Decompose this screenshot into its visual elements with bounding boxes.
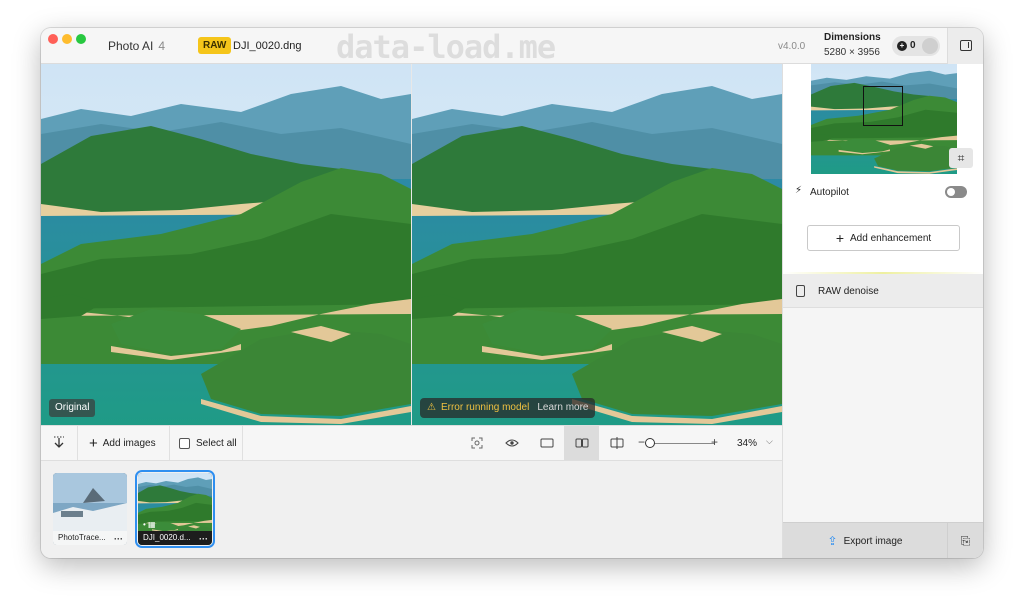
select-all-label: Select all	[196, 437, 237, 449]
enhancement-item-raw-denoise[interactable]: RAW denoise	[783, 274, 983, 308]
crop-icon: ⌗	[957, 151, 965, 165]
compare-divider[interactable]	[411, 64, 412, 425]
original-label: Original	[49, 399, 96, 417]
eye-icon	[504, 439, 519, 447]
toolbar-separator	[242, 426, 243, 460]
zoom-level: 34%	[737, 438, 758, 449]
share-button[interactable]: ⎘	[947, 523, 983, 558]
app-major-version: 4	[158, 39, 166, 53]
close-window-button[interactable]	[48, 34, 58, 44]
zoom-dropdown[interactable]: ⌵	[766, 436, 773, 447]
export-image-button[interactable]: ⇪ Export image	[783, 523, 947, 558]
zoom-slider-handle[interactable]	[644, 438, 655, 448]
plus-icon: +	[835, 230, 844, 246]
credits-count: 0	[910, 40, 916, 51]
select-all-checkbox[interactable]: Select all	[179, 426, 237, 460]
title-bar: Photo AI 4 RAW DJI_0020.dng data-load.me …	[41, 28, 983, 66]
filmstrip-item[interactable]: • ▦ DJI_0020.d... ···	[135, 470, 215, 548]
export-bar: ⇪ Export image ⎘	[783, 522, 983, 558]
export-icon: ⇪	[827, 534, 838, 548]
share-icon: ⎘	[960, 533, 971, 548]
panel-toggle-icon	[960, 40, 972, 51]
navigator-thumbnail[interactable]	[811, 64, 957, 174]
error-text: Error running model	[440, 402, 530, 413]
add-enhancement-button[interactable]: + Add enhancement	[807, 225, 960, 251]
checkbox-icon	[179, 437, 190, 449]
more-options-icon[interactable]: ···	[114, 533, 123, 545]
split-view-button[interactable]	[599, 426, 634, 460]
autopilot-label: Autopilot	[810, 187, 849, 198]
autopilot-section: ⚡ Autopilot + Add enhancement	[783, 174, 983, 274]
more-options-icon[interactable]: ···	[199, 533, 208, 545]
minimize-window-button[interactable]	[62, 34, 72, 44]
preview-toggle-button[interactable]	[494, 426, 529, 460]
single-view-button[interactable]	[529, 426, 564, 460]
original-image-canvas	[41, 64, 411, 425]
export-label: Export image	[843, 535, 903, 547]
credit-icon: +	[897, 41, 907, 51]
face-detect-icon	[471, 437, 482, 449]
watermark: data-load.me	[336, 28, 556, 66]
error-message: ⚠ Error running model Learn more	[420, 398, 596, 418]
navigator: ⌗	[783, 64, 983, 174]
maximize-window-button[interactable]	[76, 34, 86, 44]
panel-toggle-button[interactable]	[947, 28, 983, 64]
app-window: Photo AI 4 RAW DJI_0020.dng data-load.me …	[41, 28, 983, 558]
filmstrip-item[interactable]: PhotoTrace... ···	[53, 473, 127, 545]
processed-image-canvas	[412, 64, 782, 425]
split-view-icon	[610, 437, 623, 449]
add-enhancement-label: Add enhancement	[850, 232, 932, 244]
thumbnail-label: DJI_0020.d...	[143, 533, 191, 542]
file-name: DJI_0020.dng	[233, 40, 302, 52]
toolbar-separator	[77, 426, 78, 460]
download-button[interactable]	[53, 426, 65, 460]
raw-file-icon: • ▦	[143, 520, 156, 529]
zoom-out-button[interactable]: −	[638, 435, 645, 449]
processed-image[interactable]	[412, 64, 782, 425]
plus-icon: +	[89, 434, 98, 452]
bolt-icon: ⚡	[795, 185, 803, 196]
right-panel: ⌗ ⚡ Autopilot + Add enhancement RAW denoi…	[782, 64, 983, 558]
avatar	[922, 38, 938, 54]
add-images-button[interactable]: + Add images	[89, 426, 156, 460]
document-icon	[796, 285, 805, 297]
credits-account-button[interactable]: + 0	[892, 36, 940, 56]
face-detect-button[interactable]	[459, 426, 494, 460]
raw-badge: RAW	[198, 37, 232, 54]
app-name-label: Photo AI	[108, 39, 154, 53]
crop-button[interactable]: ⌗	[949, 148, 973, 168]
navigator-viewport[interactable]	[863, 86, 903, 126]
app-version: v4.0.0	[778, 41, 806, 52]
autopilot-toggle[interactable]	[945, 186, 967, 198]
app-name: Photo AI 4	[108, 39, 165, 53]
download-icon	[54, 436, 64, 448]
learn-more-link[interactable]: Learn more	[537, 402, 588, 413]
dimensions-value: 5280 × 3956	[824, 47, 880, 58]
single-view-icon	[540, 438, 553, 448]
warning-icon: ⚠	[427, 402, 436, 413]
thumbnail-label: PhotoTrace...	[58, 533, 106, 542]
bottom-toolbar: + Add images Select all − + 34% ⌵	[41, 425, 782, 461]
original-image[interactable]	[41, 64, 411, 425]
side-by-side-view-button[interactable]	[564, 426, 599, 460]
enhancement-label: RAW denoise	[818, 286, 879, 297]
filmstrip: PhotoTrace... ··· • ▦ DJI_0020.d... ···	[41, 461, 782, 558]
add-images-label: Add images	[102, 437, 156, 449]
side-by-side-icon	[575, 438, 588, 448]
toolbar-separator	[169, 426, 170, 460]
zoom-in-button[interactable]: +	[711, 435, 718, 449]
dimensions-label: Dimensions	[824, 32, 881, 43]
zoom-slider[interactable]	[645, 443, 715, 444]
